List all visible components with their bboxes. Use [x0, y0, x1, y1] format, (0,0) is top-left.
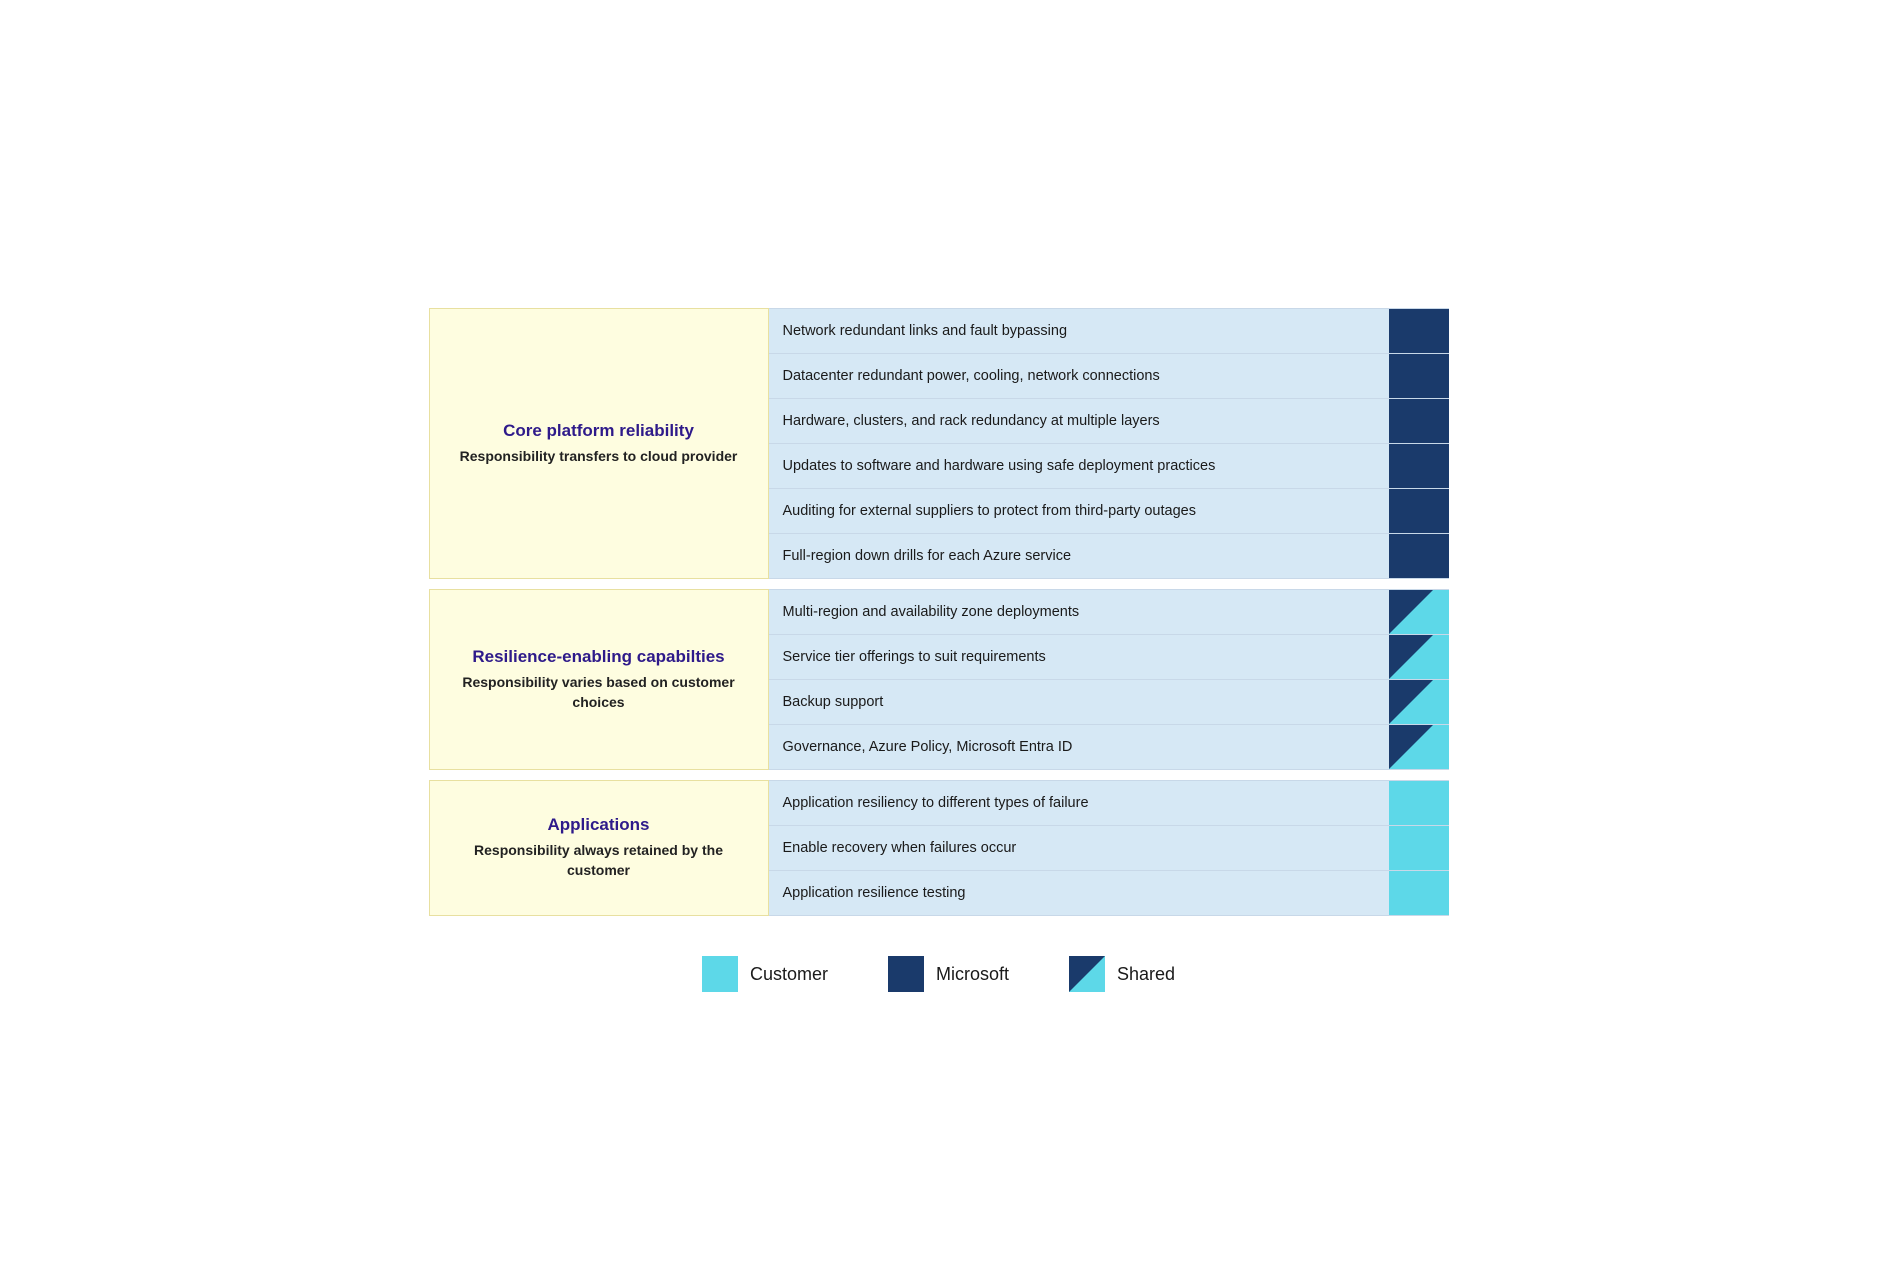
- row-indicator: [1389, 826, 1449, 870]
- row-indicator: [1389, 725, 1449, 769]
- row-text: Network redundant links and fault bypass…: [769, 309, 1389, 353]
- row-text: Governance, Azure Policy, Microsoft Entr…: [769, 725, 1389, 769]
- table-row: Updates to software and hardware using s…: [769, 444, 1449, 489]
- indicator-microsoft: [1389, 444, 1449, 488]
- indicator-microsoft: [1389, 309, 1449, 353]
- section-gap: [769, 579, 1449, 589]
- indicator-customer: [1389, 826, 1449, 870]
- row-indicator: [1389, 590, 1449, 634]
- section-gap: [769, 770, 1449, 780]
- table-row: Datacenter redundant power, cooling, net…: [769, 354, 1449, 399]
- row-text: Application resilience testing: [769, 871, 1389, 915]
- row-indicator: [1389, 399, 1449, 443]
- section-title-resilience-enabling: Resilience-enabling capabilties: [472, 647, 724, 667]
- table-row: Hardware, clusters, and rack redundancy …: [769, 399, 1449, 444]
- row-indicator: [1389, 309, 1449, 353]
- section-subtitle-resilience-enabling: Responsibility varies based on customer …: [446, 673, 752, 712]
- row-text: Auditing for external suppliers to prote…: [769, 489, 1389, 533]
- row-text: Service tier offerings to suit requireme…: [769, 635, 1389, 679]
- page-container: Core platform reliability Responsibility …: [389, 248, 1489, 1022]
- rows-group-applications: Application resiliency to different type…: [769, 780, 1449, 916]
- section-title-core-platform: Core platform reliability: [503, 421, 694, 441]
- indicator-shared: [1389, 725, 1449, 769]
- section-label-resilience-enabling: Resilience-enabling capabilties Responsib…: [429, 589, 769, 770]
- section-title-applications: Applications: [547, 815, 649, 835]
- row-text: Enable recovery when failures occur: [769, 826, 1389, 870]
- table-row: Backup support: [769, 680, 1449, 725]
- section-subtitle-core-platform: Responsibility transfers to cloud provid…: [460, 447, 738, 467]
- table-row: Application resiliency to different type…: [769, 780, 1449, 826]
- section-subtitle-applications: Responsibility always retained by the cu…: [446, 841, 752, 880]
- row-indicator: [1389, 444, 1449, 488]
- legend-item-customer: Customer: [702, 956, 828, 992]
- indicator-customer: [1389, 781, 1449, 825]
- right-column: Network redundant links and fault bypass…: [769, 308, 1449, 916]
- legend-box-shared: [1069, 956, 1105, 992]
- row-text: Hardware, clusters, and rack redundancy …: [769, 399, 1389, 443]
- row-indicator: [1389, 635, 1449, 679]
- section-gap-left: [429, 579, 769, 589]
- indicator-shared: [1389, 635, 1449, 679]
- legend-item-shared: Shared: [1069, 956, 1175, 992]
- indicator-microsoft: [1389, 399, 1449, 443]
- indicator-microsoft: [1389, 534, 1449, 578]
- row-indicator: [1389, 871, 1449, 915]
- row-text: Backup support: [769, 680, 1389, 724]
- table-row: Enable recovery when failures occur: [769, 826, 1449, 871]
- legend-box-customer: [702, 956, 738, 992]
- row-text: Application resiliency to different type…: [769, 781, 1389, 825]
- indicator-customer: [1389, 871, 1449, 915]
- legend-item-microsoft: Microsoft: [888, 956, 1009, 992]
- row-indicator: [1389, 680, 1449, 724]
- legend-box-microsoft: [888, 956, 924, 992]
- main-layout: Core platform reliability Responsibility …: [429, 308, 1449, 916]
- rows-group-core-platform: Network redundant links and fault bypass…: [769, 308, 1449, 579]
- table-row: Auditing for external suppliers to prote…: [769, 489, 1449, 534]
- table-row: Multi-region and availability zone deplo…: [769, 589, 1449, 635]
- table-row: Application resilience testing: [769, 871, 1449, 916]
- indicator-microsoft: [1389, 489, 1449, 533]
- table-row: Full-region down drills for each Azure s…: [769, 534, 1449, 579]
- table-row: Service tier offerings to suit requireme…: [769, 635, 1449, 680]
- section-label-applications: Applications Responsibility always retain…: [429, 780, 769, 916]
- legend-label-shared: Shared: [1117, 964, 1175, 985]
- legend: Customer Microsoft Shared: [429, 956, 1449, 992]
- section-gap-left: [429, 770, 769, 780]
- row-text: Updates to software and hardware using s…: [769, 444, 1389, 488]
- row-indicator: [1389, 489, 1449, 533]
- row-indicator: [1389, 781, 1449, 825]
- row-text: Full-region down drills for each Azure s…: [769, 534, 1389, 578]
- row-text: Datacenter redundant power, cooling, net…: [769, 354, 1389, 398]
- indicator-shared: [1389, 680, 1449, 724]
- legend-label-microsoft: Microsoft: [936, 964, 1009, 985]
- legend-label-customer: Customer: [750, 964, 828, 985]
- table-row: Network redundant links and fault bypass…: [769, 308, 1449, 354]
- row-indicator: [1389, 354, 1449, 398]
- left-column: Core platform reliability Responsibility …: [429, 308, 769, 916]
- section-label-core-platform: Core platform reliability Responsibility …: [429, 308, 769, 579]
- row-text: Multi-region and availability zone deplo…: [769, 590, 1389, 634]
- table-row: Governance, Azure Policy, Microsoft Entr…: [769, 725, 1449, 770]
- row-indicator: [1389, 534, 1449, 578]
- indicator-shared: [1389, 590, 1449, 634]
- indicator-microsoft: [1389, 354, 1449, 398]
- rows-group-resilience-enabling: Multi-region and availability zone deplo…: [769, 589, 1449, 770]
